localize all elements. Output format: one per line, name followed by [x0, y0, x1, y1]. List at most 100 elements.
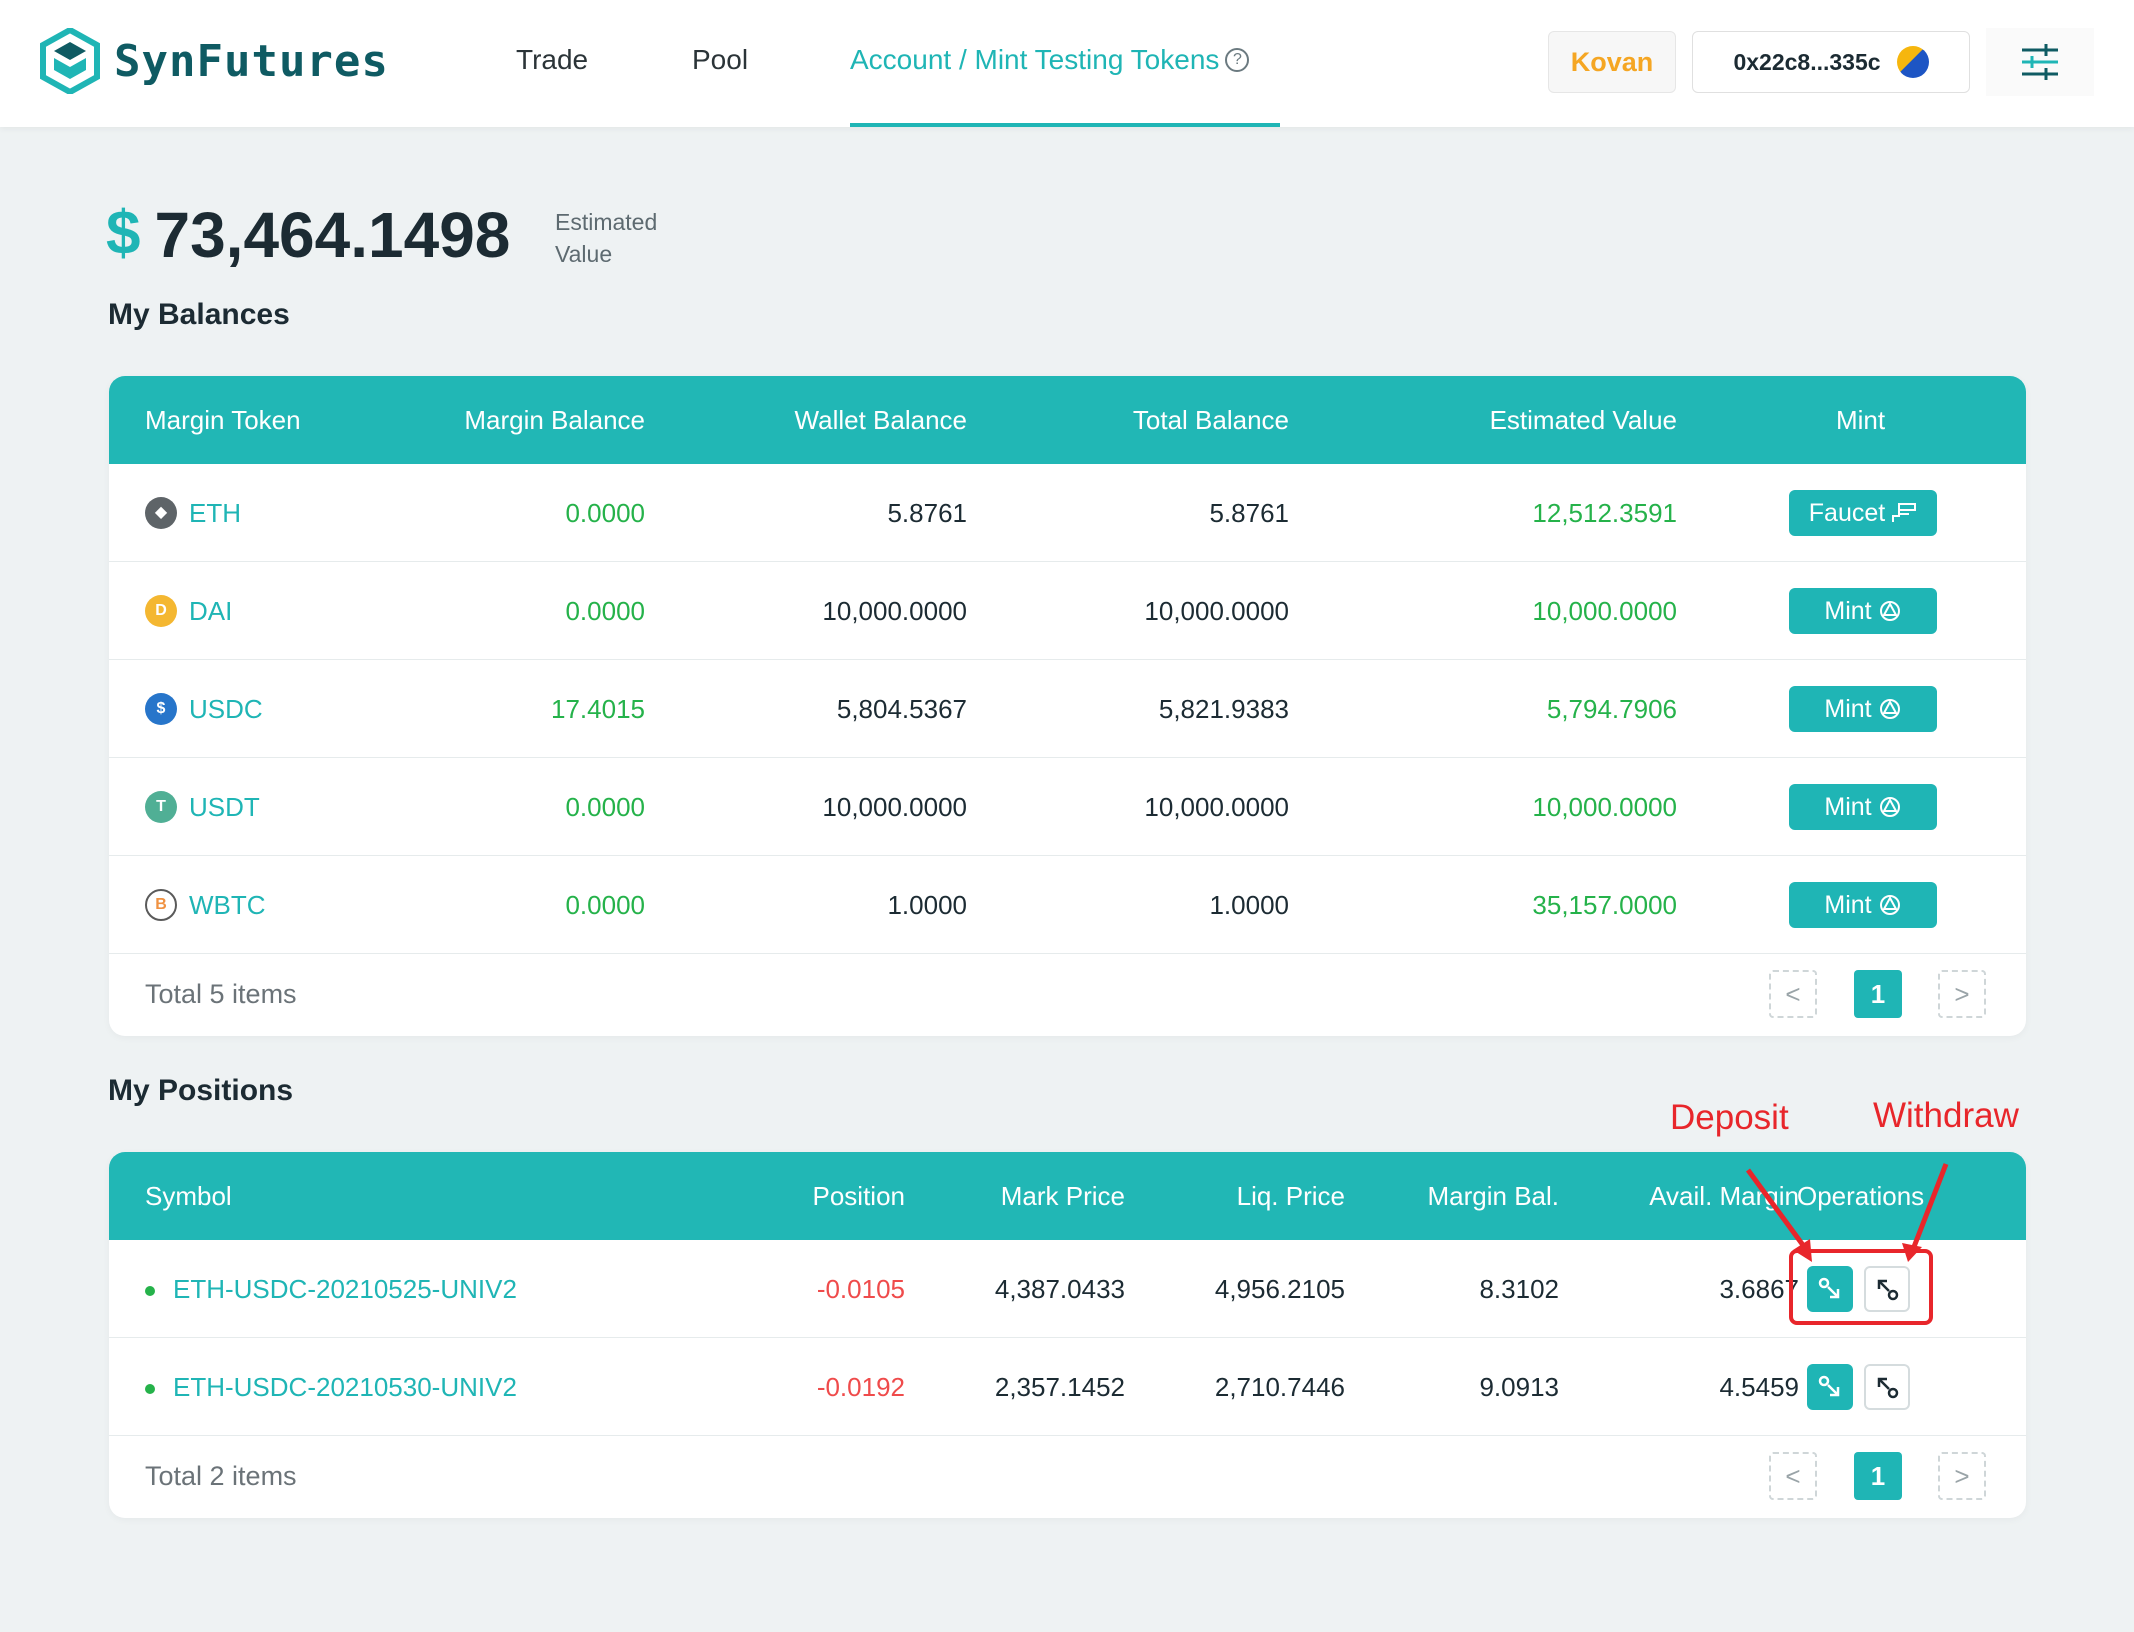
mark-price: 2,357.1452 — [994, 1372, 1125, 1402]
mint-label: Mint — [1824, 792, 1872, 821]
margin-balance: 17.4015 — [551, 694, 645, 724]
positions-table-header: Symbol Position Mark Price Liq. Price Ma… — [109, 1152, 2026, 1240]
wbtc-icon: B — [145, 889, 177, 921]
margin-balance: 0.0000 — [565, 890, 645, 920]
mint-icon — [1879, 895, 1900, 915]
token-name: USDT — [189, 792, 260, 822]
logo-wordmark: SynFutures — [114, 35, 389, 87]
liq-price: 4,956.2105 — [1214, 1274, 1345, 1304]
col-operations: Operations — [1797, 1181, 1925, 1211]
synfutures-logo[interactable]: SynFutures — [40, 28, 389, 94]
margin-balance: 0.0000 — [565, 792, 645, 822]
deposit-button[interactable] — [1807, 1364, 1853, 1410]
page-1-button[interactable]: 1 — [1854, 970, 1902, 1018]
token-cell[interactable]: ◆ ETH — [145, 464, 241, 562]
positions-pagination: Total 2 items < 1 > — [109, 1436, 2026, 1516]
symbol-cell[interactable]: ETH-USDC-20210530-UNIV2 — [145, 1338, 517, 1436]
mint-icon — [1879, 797, 1900, 817]
mark-price: 4,387.0433 — [994, 1274, 1125, 1304]
balances-pagination: Total 5 items < 1 > — [109, 954, 2026, 1034]
nav-account-mint[interactable]: Account / Mint Testing Tokens ? — [850, 44, 1250, 76]
position-size: -0.0105 — [816, 1274, 905, 1304]
mint-button[interactable]: Mint — [1789, 686, 1937, 732]
col-margin-token: Margin Token — [145, 405, 301, 435]
total-balance: 10,000.0000 — [1144, 596, 1289, 626]
col-symbol: Symbol — [145, 1181, 232, 1211]
mint-button[interactable]: Mint — [1789, 588, 1937, 634]
col-position: Position — [812, 1181, 906, 1211]
table-row: $ USDC 17.4015 5,804.5367 5,821.9383 5,7… — [109, 660, 2026, 758]
faucet-button[interactable]: Faucet — [1789, 490, 1937, 536]
token-cell[interactable]: T USDT — [145, 758, 260, 856]
symbol-name: ETH-USDC-20210525-UNIV2 — [173, 1274, 517, 1304]
total-items-label: Total 2 items — [145, 1461, 297, 1491]
withdraw-icon — [1877, 1377, 1899, 1399]
estimated-value-label: Estimated Value — [555, 206, 685, 270]
total-items-label: Total 5 items — [145, 979, 297, 1009]
wallet-balance: 1.0000 — [887, 890, 967, 920]
faucet-icon — [1892, 503, 1917, 522]
col-wallet-balance: Wallet Balance — [794, 405, 967, 435]
col-mark-price: Mark Price — [1000, 1181, 1125, 1211]
top-nav-bar: SynFutures Trade Pool Account / Mint Tes… — [0, 0, 2134, 127]
next-page-button[interactable]: > — [1938, 970, 1986, 1018]
symbol-cell[interactable]: ETH-USDC-20210525-UNIV2 — [145, 1240, 517, 1338]
positions-table: Symbol Position Mark Price Liq. Price Ma… — [109, 1152, 2026, 1518]
mint-label: Mint — [1824, 596, 1872, 625]
col-total-balance: Total Balance — [1132, 405, 1289, 435]
balances-table-header: Margin Token Margin Balance Wallet Balan… — [109, 376, 2026, 464]
token-name: DAI — [189, 596, 233, 626]
prev-page-button[interactable]: < — [1769, 1452, 1817, 1500]
avail-margin: 4.5459 — [1719, 1372, 1799, 1402]
balances-table: Margin Token Margin Balance Wallet Balan… — [109, 376, 2026, 1036]
help-icon[interactable]: ? — [1225, 48, 1250, 72]
estimated-value: 5,794.7906 — [1546, 694, 1677, 724]
position-size: -0.0192 — [816, 1372, 905, 1402]
active-tab-indicator — [850, 123, 1280, 127]
mint-label: Mint — [1824, 890, 1872, 919]
page-1-button[interactable]: 1 — [1854, 1452, 1902, 1500]
nav-pool[interactable]: Pool — [692, 44, 748, 76]
network-button[interactable]: Kovan — [1548, 31, 1676, 93]
estimated-value: 10,000.0000 — [1532, 792, 1677, 822]
my-positions-title: My Positions — [108, 1074, 294, 1107]
col-estimated-value: Estimated Value — [1489, 405, 1677, 435]
mint-button[interactable]: Mint — [1789, 784, 1937, 830]
estimated-value: 35,157.0000 — [1532, 890, 1677, 920]
operations-highlight-box — [1789, 1249, 1933, 1325]
token-cell[interactable]: D DAI — [145, 562, 232, 660]
table-row: T USDT 0.0000 10,000.0000 10,000.0000 10… — [109, 758, 2026, 856]
next-page-button[interactable]: > — [1938, 1452, 1986, 1500]
prev-page-button[interactable]: < — [1769, 970, 1817, 1018]
withdraw-annotation: Withdraw — [1873, 1096, 2019, 1135]
token-cell[interactable]: B WBTC — [145, 856, 266, 954]
deposit-annotation: Deposit — [1670, 1098, 1789, 1137]
avail-margin: 3.6867 — [1719, 1274, 1799, 1304]
nav-trade[interactable]: Trade — [516, 44, 588, 76]
mint-icon — [1879, 601, 1900, 621]
total-balance: 5.8761 — [1209, 498, 1289, 528]
col-margin-bal: Margin Bal. — [1427, 1181, 1560, 1211]
token-cell[interactable]: $ USDC — [145, 660, 263, 758]
margin-balance: 0.0000 — [565, 596, 645, 626]
my-balances-title: My Balances — [108, 298, 290, 331]
table-row: ETH-USDC-20210525-UNIV2 -0.0105 4,387.04… — [109, 1240, 2026, 1338]
estimated-value: 10,000.0000 — [1532, 596, 1677, 626]
wallet-balance: 5.8761 — [887, 498, 967, 528]
symbol-name: ETH-USDC-20210530-UNIV2 — [173, 1372, 517, 1402]
col-liq-price: Liq. Price — [1236, 1181, 1345, 1211]
wallet-balance: 5,804.5367 — [836, 694, 967, 724]
margin-balance: 0.0000 — [565, 498, 645, 528]
withdraw-button[interactable] — [1864, 1364, 1910, 1410]
estimated-value-label-line2: Value — [555, 241, 613, 267]
wallet-button[interactable]: 0x22c8...335c — [1692, 31, 1970, 93]
token-name: WBTC — [189, 890, 266, 920]
total-balance: 10,000.0000 — [1144, 792, 1289, 822]
mint-button[interactable]: Mint — [1789, 882, 1937, 928]
status-dot — [145, 1384, 155, 1395]
logo-cube-icon — [40, 28, 100, 94]
currency-symbol: $ — [106, 199, 141, 268]
wallet-balance: 10,000.0000 — [822, 596, 967, 626]
col-mint: Mint — [1836, 405, 1886, 435]
settings-button[interactable] — [1986, 28, 2094, 96]
